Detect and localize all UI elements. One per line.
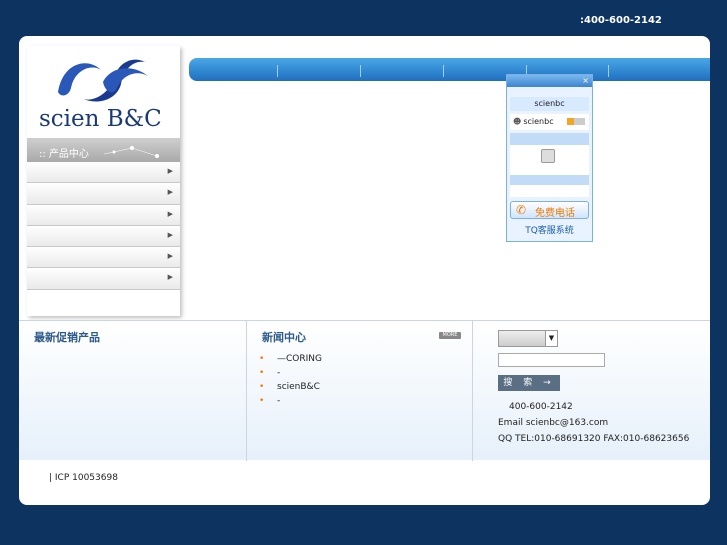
promo-column: 最新促销产品: [19, 321, 247, 461]
news-column: 新闻中心 MORE • —CORING • - • scienB&C • -: [247, 321, 473, 461]
arrow-right-icon: ▶: [167, 252, 173, 261]
free-call-label: 免费电话: [535, 208, 575, 219]
printer-icon[interactable]: [541, 149, 555, 163]
news-item-label: -: [277, 396, 281, 406]
contact-email: Email scienbc@163.com: [498, 418, 609, 428]
search-button[interactable]: 搜 索 →: [498, 375, 560, 391]
sidebar-item[interactable]: ▶: [27, 225, 180, 248]
bullet-icon: •: [259, 382, 265, 392]
close-icon[interactable]: ×: [582, 76, 589, 85]
nav-separator: [443, 65, 444, 77]
bullet-icon: •: [259, 396, 265, 406]
tq-header: ×: [507, 75, 592, 87]
nav-separator: [360, 65, 361, 77]
phone-icon: ✆: [516, 203, 527, 217]
logo[interactable]: scien B&C: [27, 46, 180, 138]
logo-mark-icon: [58, 59, 148, 102]
sidebar-item[interactable]: ▶: [27, 247, 180, 269]
more-button[interactable]: MORE: [439, 332, 461, 339]
footer-icp: | ICP 10053698: [49, 473, 118, 483]
news-title: 新闻中心: [262, 331, 306, 344]
sidebar-item[interactable]: ▶: [27, 162, 180, 184]
arrow-right-icon: ▶: [167, 167, 173, 175]
search-input[interactable]: [498, 353, 605, 367]
list-item[interactable]: • -: [259, 396, 322, 410]
category-title-label: :: 产品中心: [39, 149, 89, 160]
tq-contact[interactable]: ☻ scienbc: [510, 114, 589, 130]
free-call-button[interactable]: ✆ 免费电话: [510, 201, 589, 219]
header-phone: :400-600-2142: [580, 15, 662, 26]
tq-divider: [510, 175, 589, 185]
news-item-label: -: [277, 368, 281, 378]
tq-contact-label: scienbc: [523, 117, 554, 126]
status-icon: [567, 118, 585, 125]
tq-panel: [510, 145, 589, 175]
nav-separator: [277, 65, 278, 77]
top-nav-bar[interactable]: [189, 58, 710, 81]
qq-icon: ☻: [513, 117, 522, 126]
list-item[interactable]: • -: [259, 368, 322, 382]
bullet-icon: •: [259, 368, 265, 378]
bullet-icon: •: [259, 354, 265, 364]
list-item[interactable]: • scienB&C: [259, 382, 322, 396]
logo-text: scien B&C: [39, 106, 162, 132]
tq-name: scienbc: [510, 97, 589, 111]
tq-footer[interactable]: TQ客服系统: [507, 223, 592, 236]
news-item-label: scienB&C: [277, 382, 320, 392]
category-select[interactable]: ▼: [498, 330, 558, 347]
promo-title: 最新促销产品: [34, 331, 100, 344]
main-frame: scien B&C :: 产品中心 ▶ ▶ ▶ ▶ ▶ ▶ × scienbc …: [19, 36, 710, 505]
nav-separator: [608, 65, 609, 77]
arrow-right-icon: ▶: [167, 188, 173, 197]
category-title: :: 产品中心: [27, 138, 180, 162]
tq-chat-widget: × scienbc ☻ scienbc ✆ 免费电话 TQ客服系统: [506, 74, 593, 242]
contact-phone: 400-600-2142: [509, 402, 573, 412]
sidebar-item[interactable]: ▶: [27, 268, 180, 290]
bottom-section: 最新促销产品 新闻中心 MORE • —CORING • - • scienB&C •…: [19, 320, 710, 461]
sidebar-item[interactable]: ▶: [27, 204, 180, 226]
news-item-label: —CORING: [277, 354, 322, 364]
list-item[interactable]: • —CORING: [259, 354, 322, 368]
chevron-down-icon: ▼: [545, 331, 557, 346]
left-column: scien B&C :: 产品中心 ▶ ▶ ▶ ▶ ▶ ▶: [27, 46, 180, 316]
news-list: • —CORING • - • scienB&C • -: [259, 354, 322, 410]
tq-panel: [510, 185, 589, 197]
arrow-right-icon: ▶: [167, 230, 173, 239]
search-column: ▼ 搜 索 → 400-600-2142 Email scienbc@163.c…: [473, 321, 710, 461]
arrow-right-icon: ▶: [167, 209, 173, 218]
decoration-icon: [103, 146, 159, 158]
arrow-right-icon: ▶: [167, 273, 173, 282]
sidebar-item[interactable]: ▶: [27, 183, 180, 205]
tq-divider: [510, 133, 589, 145]
contact-qq: QQ TEL:010-68691320 FAX:010-68623656: [498, 434, 690, 444]
